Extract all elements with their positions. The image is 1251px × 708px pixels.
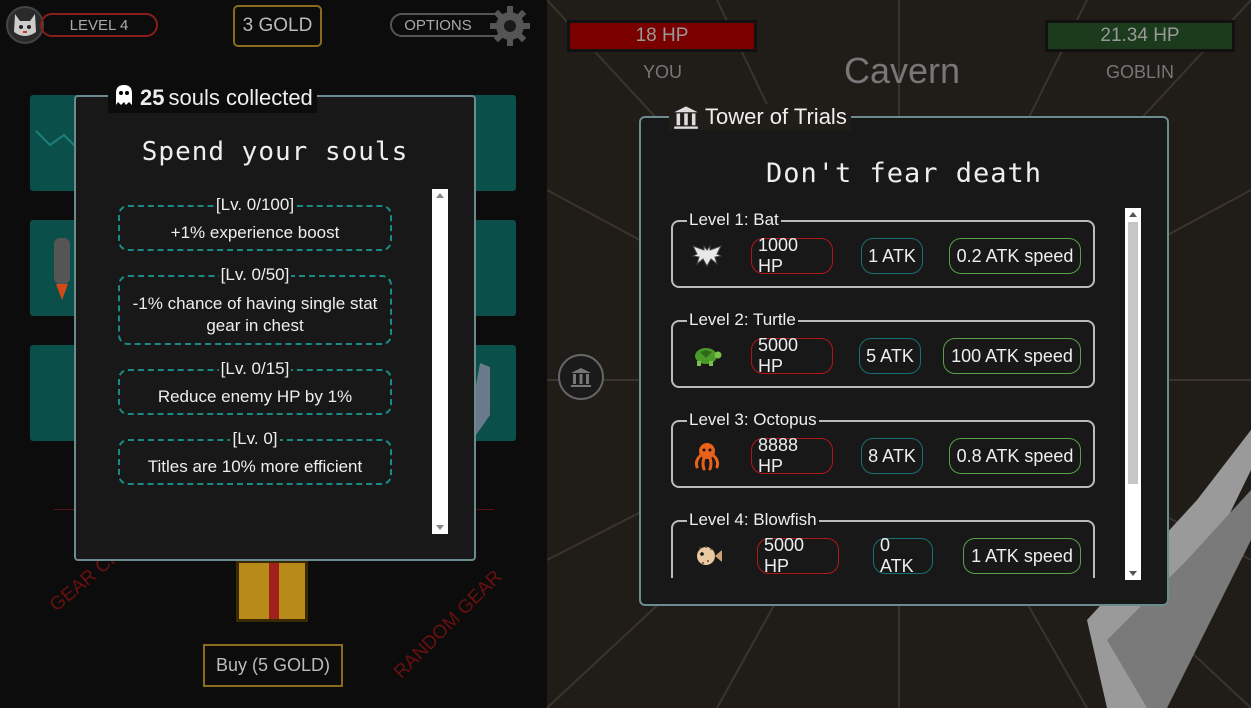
blowfish-icon <box>691 542 723 570</box>
enemy-hp-stat: 1000 HP <box>751 235 833 276</box>
enemy-label: GOBLIN <box>1106 62 1175 82</box>
enemy-atk-stat: 5 ATK <box>859 338 921 374</box>
upgrade-desc: +1% experience boost <box>170 223 340 242</box>
enemy-hp-stat: 5000 HP <box>757 535 839 576</box>
tower-level-card[interactable]: Level 1: Bat 1000 HP 1 ATK 0.2 ATK speed <box>671 210 1095 288</box>
upgrade-level: [Lv. 0/50] <box>218 265 292 284</box>
player-hp-bar: 18 HP <box>567 20 757 52</box>
gear-icon[interactable] <box>489 5 531 47</box>
shop-panel: LEVEL 4 3 GOLD OPTIONS GEAR CHEST RANDOM… <box>0 0 547 708</box>
souls-modal: 25 souls collected Spend your souls [Lv.… <box>74 83 476 561</box>
level-name: Level 1: Bat <box>687 210 781 230</box>
player-label: YOU <box>643 62 683 82</box>
tower-level-card[interactable]: Level 2: Turtle 5000 HP 5 ATK 100 ATK sp… <box>671 310 1095 388</box>
player-level-badge: LEVEL 4 <box>40 13 158 37</box>
upgrade-desc: Titles are 10% more efficient <box>147 457 363 476</box>
soul-upgrade-titles[interactable]: [Lv. 0] Titles are 10% more efficient <box>118 429 392 485</box>
enemy-speed-stat: 0.2 ATK speed <box>949 238 1081 274</box>
upgrade-level: [Lv. 0/15] <box>218 359 292 378</box>
enemy-atk-stat: 1 ATK <box>861 238 923 274</box>
level-name: Level 3: Octopus <box>687 410 819 430</box>
tower-level-card[interactable]: Level 4: Blowfish 5000 HP 0 ATK 1 ATK sp… <box>671 510 1095 578</box>
bat-icon <box>691 242 723 270</box>
level-name: Level 4: Blowfish <box>687 510 819 530</box>
upgrade-level: [Lv. 0/100] <box>213 195 297 214</box>
random-gear-label: RANDOM GEAR <box>390 566 507 683</box>
turtle-icon <box>691 342 723 370</box>
temple-icon <box>571 368 591 387</box>
souls-header: 25 souls collected <box>108 83 317 113</box>
tower-level-card[interactable]: Level 3: Octopus 8888 HP 8 ATK 0.8 ATK s… <box>671 410 1095 488</box>
enemy-atk-stat: 8 ATK <box>861 438 923 474</box>
tower-title: Tower of Trials <box>705 104 847 129</box>
cat-avatar-icon[interactable] <box>6 6 44 44</box>
enemy-hp-stat: 5000 HP <box>751 335 833 376</box>
souls-collected-label: souls collected <box>168 85 313 110</box>
tower-level-list: Level 1: Bat 1000 HP 1 ATK 0.2 ATK speed… <box>671 210 1099 578</box>
tower-scrollbar[interactable] <box>1125 208 1141 580</box>
scroll-up-icon[interactable] <box>436 193 444 198</box>
gold-counter: 3 GOLD <box>233 5 322 47</box>
enemy-speed-stat: 100 ATK speed <box>943 338 1081 374</box>
tower-header: Tower of Trials <box>669 104 851 130</box>
soul-upgrade-single-stat[interactable]: [Lv. 0/50] -1% chance of having single s… <box>118 265 392 345</box>
tower-modal: Tower of Trials Don't fear death Level 1… <box>639 104 1169 606</box>
level-name: Level 2: Turtle <box>687 310 798 330</box>
scrollbar-thumb[interactable] <box>1128 222 1138 484</box>
soul-upgrade-exp[interactable]: [Lv. 0/100] +1% experience boost <box>118 195 392 251</box>
soul-upgrade-enemy-hp[interactable]: [Lv. 0/15] Reduce enemy HP by 1% <box>118 359 392 415</box>
temple-icon <box>674 106 698 129</box>
scroll-up-icon[interactable] <box>1129 212 1137 217</box>
enemy-speed-stat: 0.8 ATK speed <box>949 438 1081 474</box>
upgrade-desc: -1% chance of having single stat gear in… <box>132 294 378 335</box>
tower-toggle-button[interactable] <box>558 354 604 400</box>
souls-count: 25 <box>140 85 165 110</box>
scroll-down-icon[interactable] <box>436 525 444 530</box>
enemy-speed-stat: 1 ATK speed <box>963 538 1081 574</box>
tower-subtitle: Don't fear death <box>765 158 1043 189</box>
gear-chest-icon[interactable] <box>236 560 308 622</box>
buy-chest-button[interactable]: Buy (5 GOLD) <box>203 644 343 687</box>
upgrade-desc: Reduce enemy HP by 1% <box>157 387 353 406</box>
enemy-hp-stat: 8888 HP <box>751 435 833 476</box>
location-title: Cavern <box>843 50 961 91</box>
souls-title: Spend your souls <box>141 137 409 167</box>
enemy-hp-bar: 21.34 HP <box>1045 20 1235 52</box>
enemy-atk-stat: 0 ATK <box>873 535 933 576</box>
scroll-down-icon[interactable] <box>1129 571 1137 576</box>
souls-scrollbar[interactable] <box>432 189 448 534</box>
ghost-icon <box>112 83 136 113</box>
upgrade-level: [Lv. 0] <box>230 429 280 448</box>
octopus-icon <box>691 442 723 471</box>
souls-upgrade-list: [Lv. 0/100] +1% experience boost [Lv. 0/… <box>118 195 392 509</box>
battle-panel: 18 HP YOU Cavern 21.34 HP GOBLIN Tower o… <box>547 0 1251 708</box>
